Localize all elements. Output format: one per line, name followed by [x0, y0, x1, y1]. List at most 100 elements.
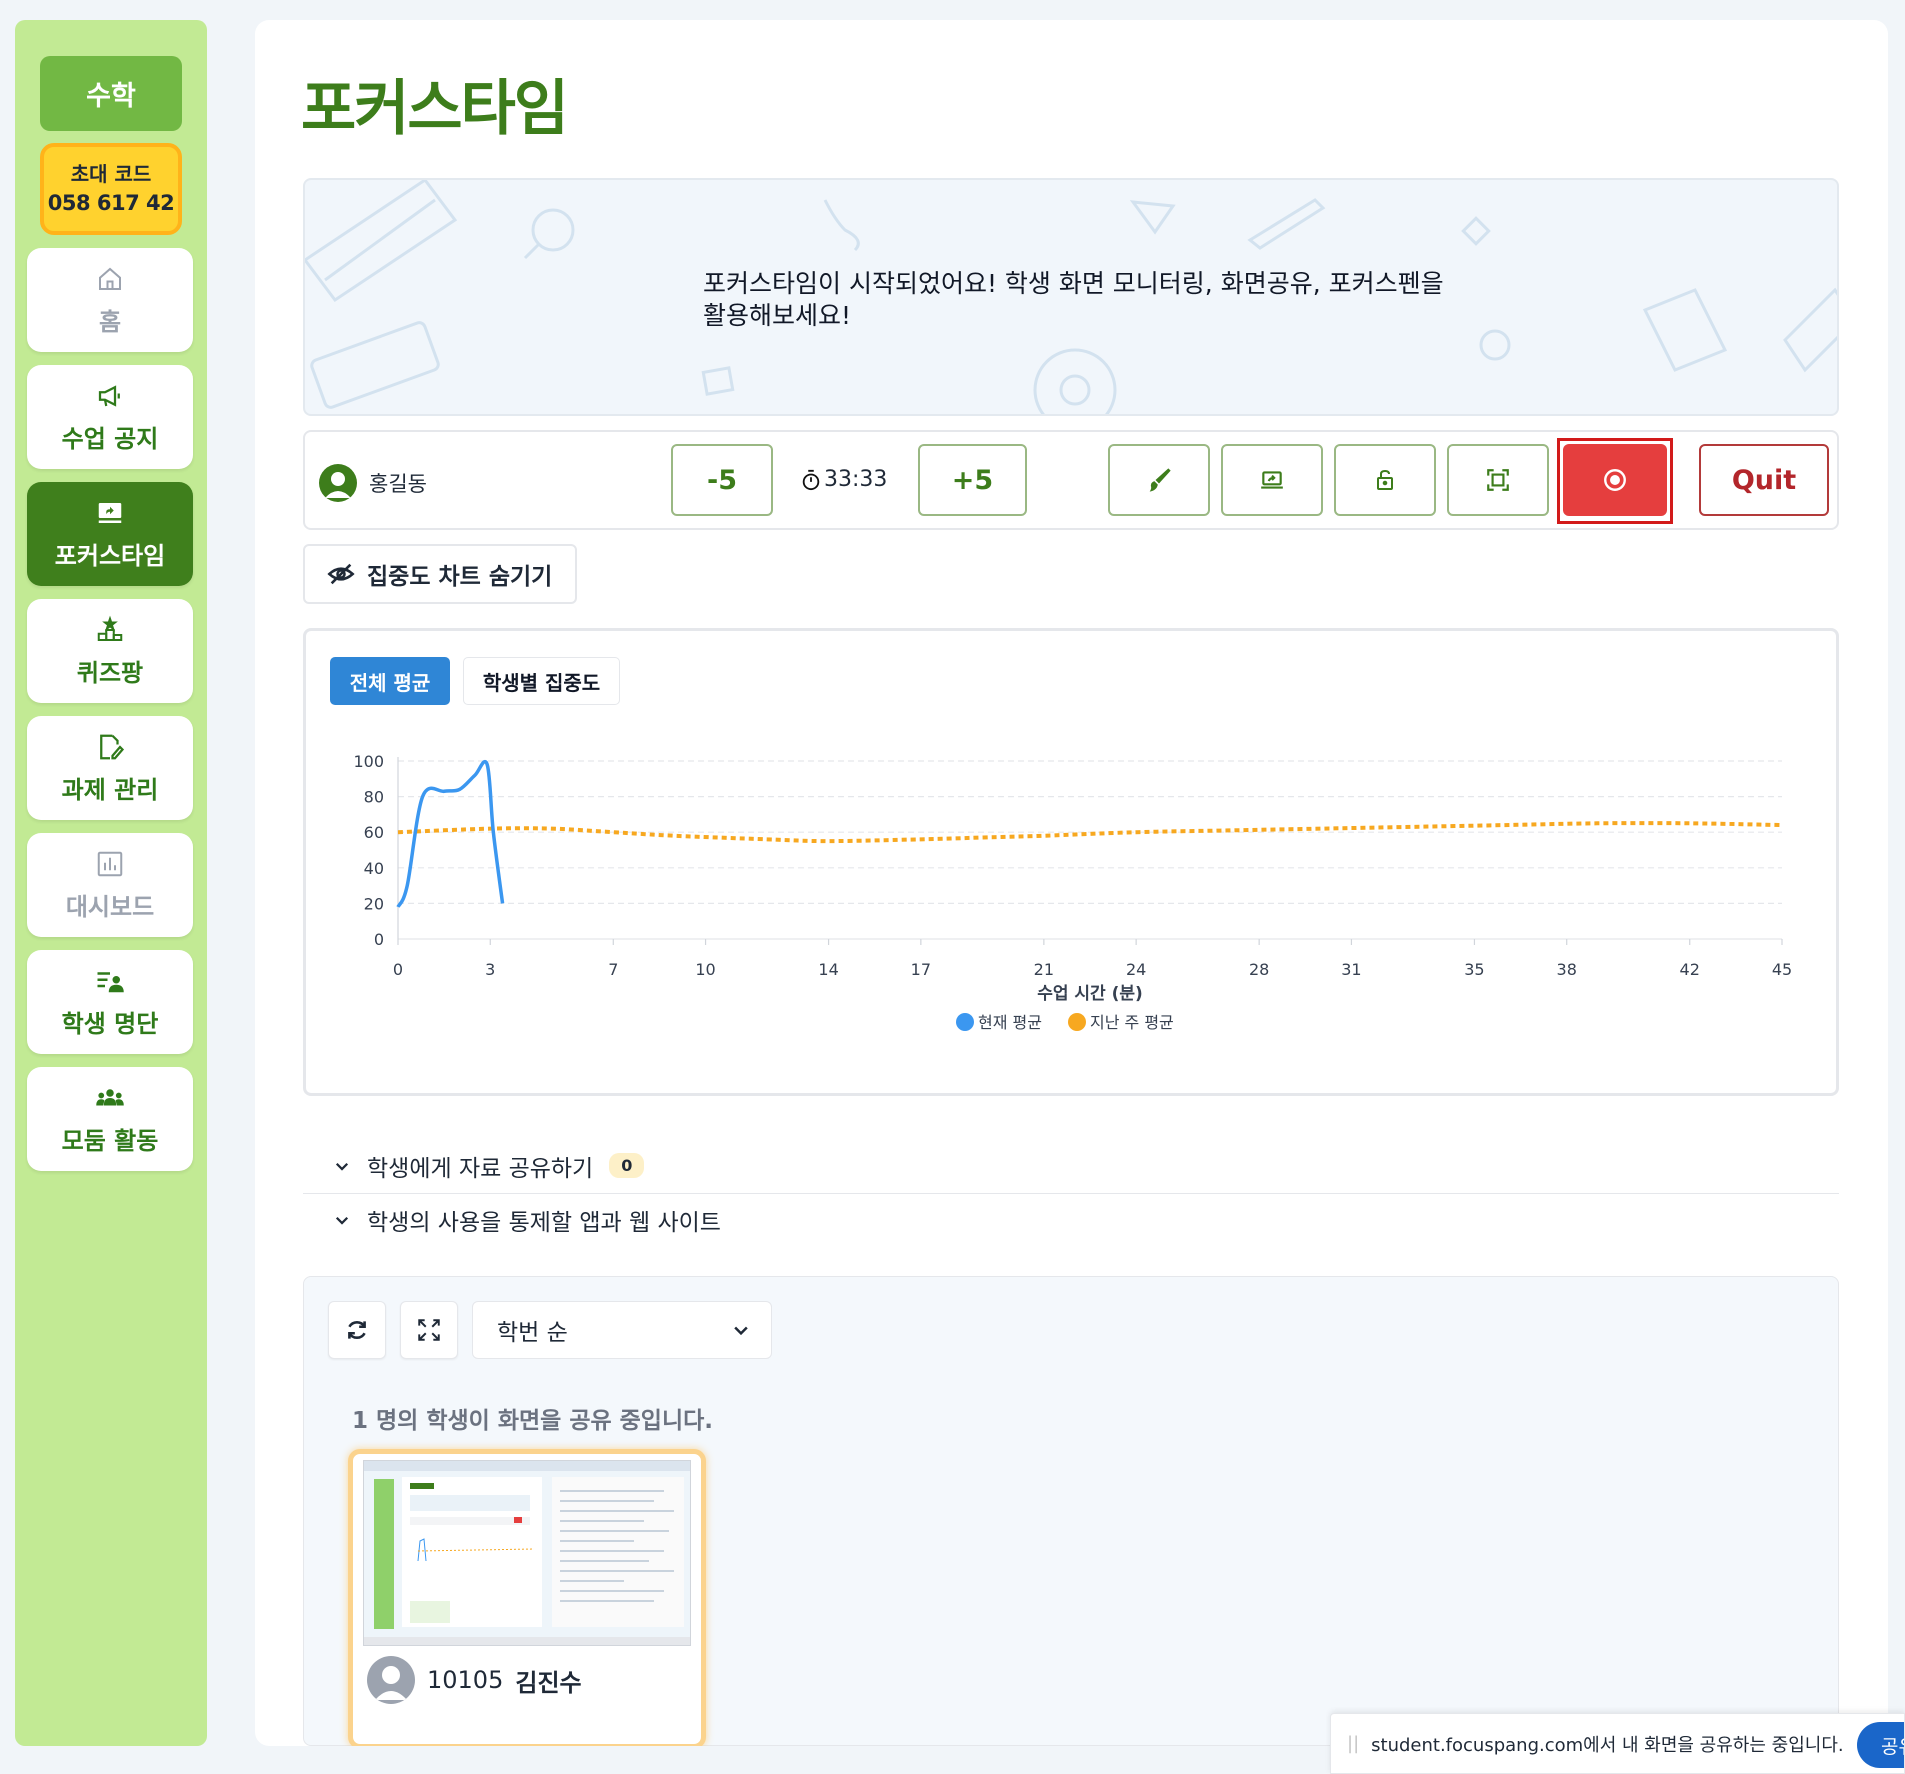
fullscreen-button[interactable]	[1447, 444, 1549, 516]
stop-share-label: 공유	[1881, 1735, 1904, 1758]
student-name: 김진수	[515, 1668, 582, 1697]
x-tick-label: 7	[608, 960, 618, 979]
student-screen-card[interactable]: 10105 김진수	[348, 1449, 706, 1746]
focus-pen-button[interactable]	[1108, 444, 1210, 516]
y-tick-label: 100	[353, 752, 384, 771]
main-panel: 포커스타임 포커스타임이 시작되었어요! 학생 화면 모니터링, 화면공유, 포…	[255, 20, 1888, 1746]
accordion-label: 학생에게 자료 공유하기	[367, 1155, 594, 1182]
teacher-name: 홍길동	[369, 472, 427, 496]
sidebar-item-group[interactable]: 모둠 활동	[27, 1067, 193, 1171]
y-tick-label: 0	[374, 930, 384, 949]
plus-5-label: +5	[951, 464, 994, 496]
series-line	[396, 759, 505, 908]
screen-lock-button[interactable]	[1334, 444, 1436, 516]
sidebar-item-label: 포커스타임	[54, 541, 166, 570]
accordion-share-materials[interactable]: 학생에게 자료 공유하기 0	[303, 1138, 1839, 1194]
quit-button[interactable]: Quit	[1699, 444, 1829, 516]
unlock-icon	[1377, 469, 1393, 490]
sidebar-item-notice[interactable]: 수업 공지	[27, 365, 193, 469]
edit-doc-icon	[100, 734, 125, 759]
sort-select[interactable]: 학번 순	[472, 1301, 772, 1359]
sharing-status-text: 1 명의 학생이 화면을 공유 중입니다.	[352, 1408, 714, 1434]
group-icon	[96, 1088, 124, 1105]
plus-5-button[interactable]: +5	[918, 444, 1027, 516]
bar-chart-icon	[97, 851, 123, 876]
sidebar-item-label: 퀴즈팡	[76, 658, 144, 687]
y-tick-label: 60	[364, 823, 384, 842]
screen-share-button[interactable]	[1221, 444, 1323, 516]
teacher-info: 홍길동	[319, 464, 427, 502]
x-tick-label: 0	[393, 960, 403, 979]
x-tick-label: 42	[1680, 960, 1700, 979]
y-tick-label: 20	[364, 894, 384, 913]
fullscreen-icon	[1487, 469, 1509, 491]
legend-swatch	[1068, 1013, 1086, 1031]
invite-code-box: 초대 코드 058 617 42	[40, 143, 182, 235]
screen-monitor-panel: 학번 순 1 명의 학생이 화면을 공유 중입니다. 10105 김진수	[303, 1276, 1839, 1746]
student-info: 10105 김진수	[367, 1656, 582, 1704]
sort-value: 학번 순	[497, 1320, 568, 1346]
x-tick-label: 10	[695, 960, 715, 979]
focus-chart-card: 전체 평균 학생별 집중도 0 20 40 60 80 100 0 3 7 10 14 17 21 24 2…	[303, 628, 1839, 1096]
roster-icon	[97, 971, 124, 992]
brush-icon	[1149, 468, 1171, 492]
megaphone-icon	[98, 384, 120, 407]
focus-control-bar: 홍길동 -5 33:33 +5 Quit	[303, 430, 1839, 530]
info-banner: 포커스타임이 시작되었어요! 학생 화면 모니터링, 화면공유, 포커스펜을 활…	[303, 178, 1839, 416]
accordion-label: 학생의 사용을 통제할 앱과 웹 사이트	[367, 1210, 721, 1236]
x-tick-label: 45	[1772, 960, 1792, 979]
refresh-button[interactable]	[328, 1301, 386, 1359]
expand-button[interactable]	[400, 1301, 458, 1359]
invite-label: 초대 코드	[70, 162, 152, 186]
screen-share-notification: || student.focuspang.com에서 내 화면을 공유하는 중입…	[1330, 1713, 1905, 1774]
sidebar-item-roster[interactable]: 학생 명단	[27, 950, 193, 1054]
podium-icon	[97, 615, 123, 641]
stopwatch-icon	[802, 469, 820, 490]
student-screen-thumbnail[interactable]	[363, 1460, 691, 1646]
student-id: 10105	[427, 1666, 504, 1694]
page-title: 포커스타임	[301, 74, 569, 144]
highlight-frame	[1557, 438, 1673, 524]
sidebar-item-quiz[interactable]: 퀴즈팡	[27, 599, 193, 703]
sidebar-item-label: 학생 명단	[61, 1009, 159, 1038]
sidebar-item-label: 홈	[98, 307, 122, 336]
eye-off-icon	[327, 563, 355, 585]
x-tick-label: 21	[1034, 960, 1054, 979]
sidebar-item-label: 모둠 활동	[61, 1126, 159, 1155]
sidebar-item-dashboard[interactable]: 대시보드	[27, 833, 193, 937]
student-avatar-icon	[367, 1656, 415, 1704]
expand-icon	[418, 1319, 440, 1341]
sidebar-item-label: 대시보드	[65, 892, 155, 921]
subject-label: 수학	[86, 81, 136, 112]
chevron-down-icon	[335, 1216, 349, 1225]
sidebar-item-focustime[interactable]: 포커스타임	[27, 482, 193, 586]
notification-text: student.focuspang.com에서 내 화면을 공유하는 중입니다.	[1371, 1734, 1844, 1756]
x-axis-label: 수업 시간 (분)	[1037, 984, 1143, 1004]
sidebar: 수학 초대 코드 058 617 42 홈 수업 공지 포커스타임 퀴즈팡 과제…	[15, 20, 207, 1746]
x-tick-label: 14	[818, 960, 838, 979]
x-tick-label: 38	[1557, 960, 1577, 979]
hide-chart-button[interactable]: 집중도 차트 숨기기	[303, 544, 577, 604]
x-tick-label: 24	[1126, 960, 1146, 979]
hide-chart-label: 집중도 차트 숨기기	[367, 564, 553, 590]
legend-label: 현재 평균	[978, 1013, 1042, 1032]
timer-display: 33:33	[800, 467, 887, 492]
x-tick-label: 31	[1341, 960, 1361, 979]
minus-5-label: -5	[707, 464, 737, 496]
x-tick-label: 35	[1464, 960, 1484, 979]
stop-share-button[interactable]: 공유	[1857, 1722, 1904, 1768]
invite-code: 058 617 42	[47, 191, 175, 215]
legend-swatch	[956, 1013, 974, 1031]
screen-share-icon	[1261, 471, 1283, 489]
x-tick-label: 28	[1249, 960, 1269, 979]
sidebar-item-home[interactable]: 홈	[27, 248, 193, 352]
accordion-app-control[interactable]: 학생의 사용을 통제할 앱과 웹 사이트	[303, 1192, 1839, 1248]
subject-button[interactable]: 수학	[40, 56, 182, 131]
x-tick-label: 17	[911, 960, 931, 979]
minus-5-button[interactable]: -5	[671, 444, 773, 516]
drag-handle-icon[interactable]: ||	[1347, 1733, 1359, 1754]
y-tick-label: 80	[364, 788, 384, 807]
sidebar-item-label: 과제 관리	[61, 775, 159, 804]
sidebar-item-assignment[interactable]: 과제 관리	[27, 716, 193, 820]
concentration-line-chart: 0 20 40 60 80 100 0 3 7 10 14 17 21 24 28 31 35 38 42 45 수업 …	[353, 752, 1792, 1032]
